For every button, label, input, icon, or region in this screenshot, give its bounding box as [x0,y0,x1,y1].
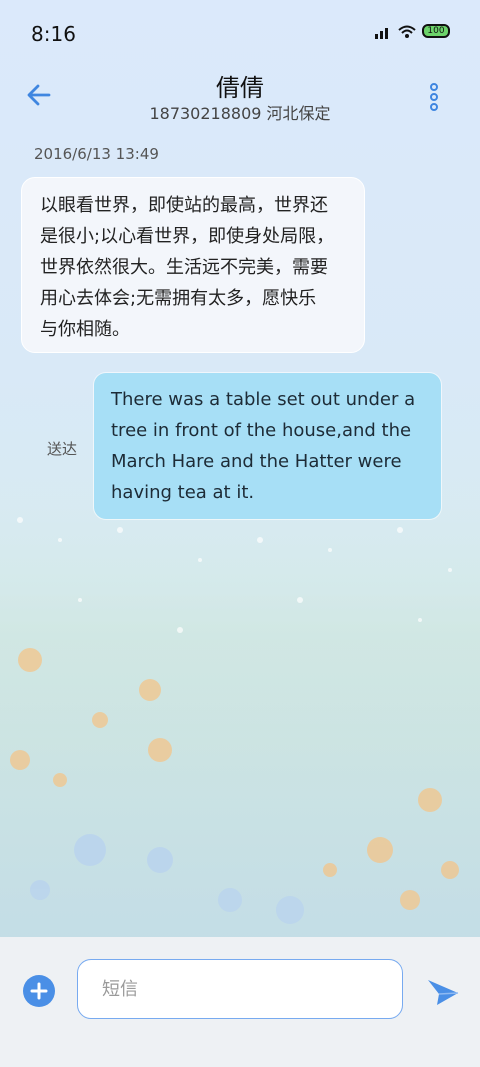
delivery-status: 送达 [47,440,78,458]
signal-icon [374,24,392,39]
message-line: 世界依然很大。生活远不完美，需要 [40,257,328,278]
conversation-header: 倩倩 18730218809 河北保定 [0,66,480,126]
message-timestamp: 2016/6/13 13:49 [34,145,159,163]
outgoing-message[interactable]: There was a table set out under a tree i… [94,373,441,519]
plus-circle-icon[interactable] [23,975,55,1007]
message-line: 是很小;以心看世界，即使身处局限， [40,226,335,247]
incoming-message[interactable]: 以眼看世界，即使站的最高，世界还 是很小;以心看世界，即使身处局限， 世界依然很… [21,177,365,353]
contact-info: 18730218809 河北保定 [149,104,331,123]
message-line: 以眼看世界，即使站的最高，世界还 [40,195,328,216]
status-icons: 100 [374,24,450,39]
message-line: tree in front of the house,and the [111,420,412,441]
contact-name: 倩倩 [216,74,264,102]
send-icon[interactable] [425,973,461,1009]
message-line: having tea at it. [111,482,255,503]
status-bar: 8:16 100 [0,0,480,66]
wifi-icon [398,24,416,38]
battery-icon: 100 [422,24,450,38]
status-time: 8:16 [31,22,76,46]
message-line: 与你相随。 [40,319,130,340]
more-vertical-icon[interactable] [428,83,440,111]
message-input[interactable] [100,960,384,1018]
message-line: There was a table set out under a [111,389,416,410]
message-line: 用心去体会;无需拥有太多，愿快乐 [40,288,317,309]
message-line: March Hare and the Hatter were [111,451,402,472]
message-input-field[interactable] [77,959,403,1019]
